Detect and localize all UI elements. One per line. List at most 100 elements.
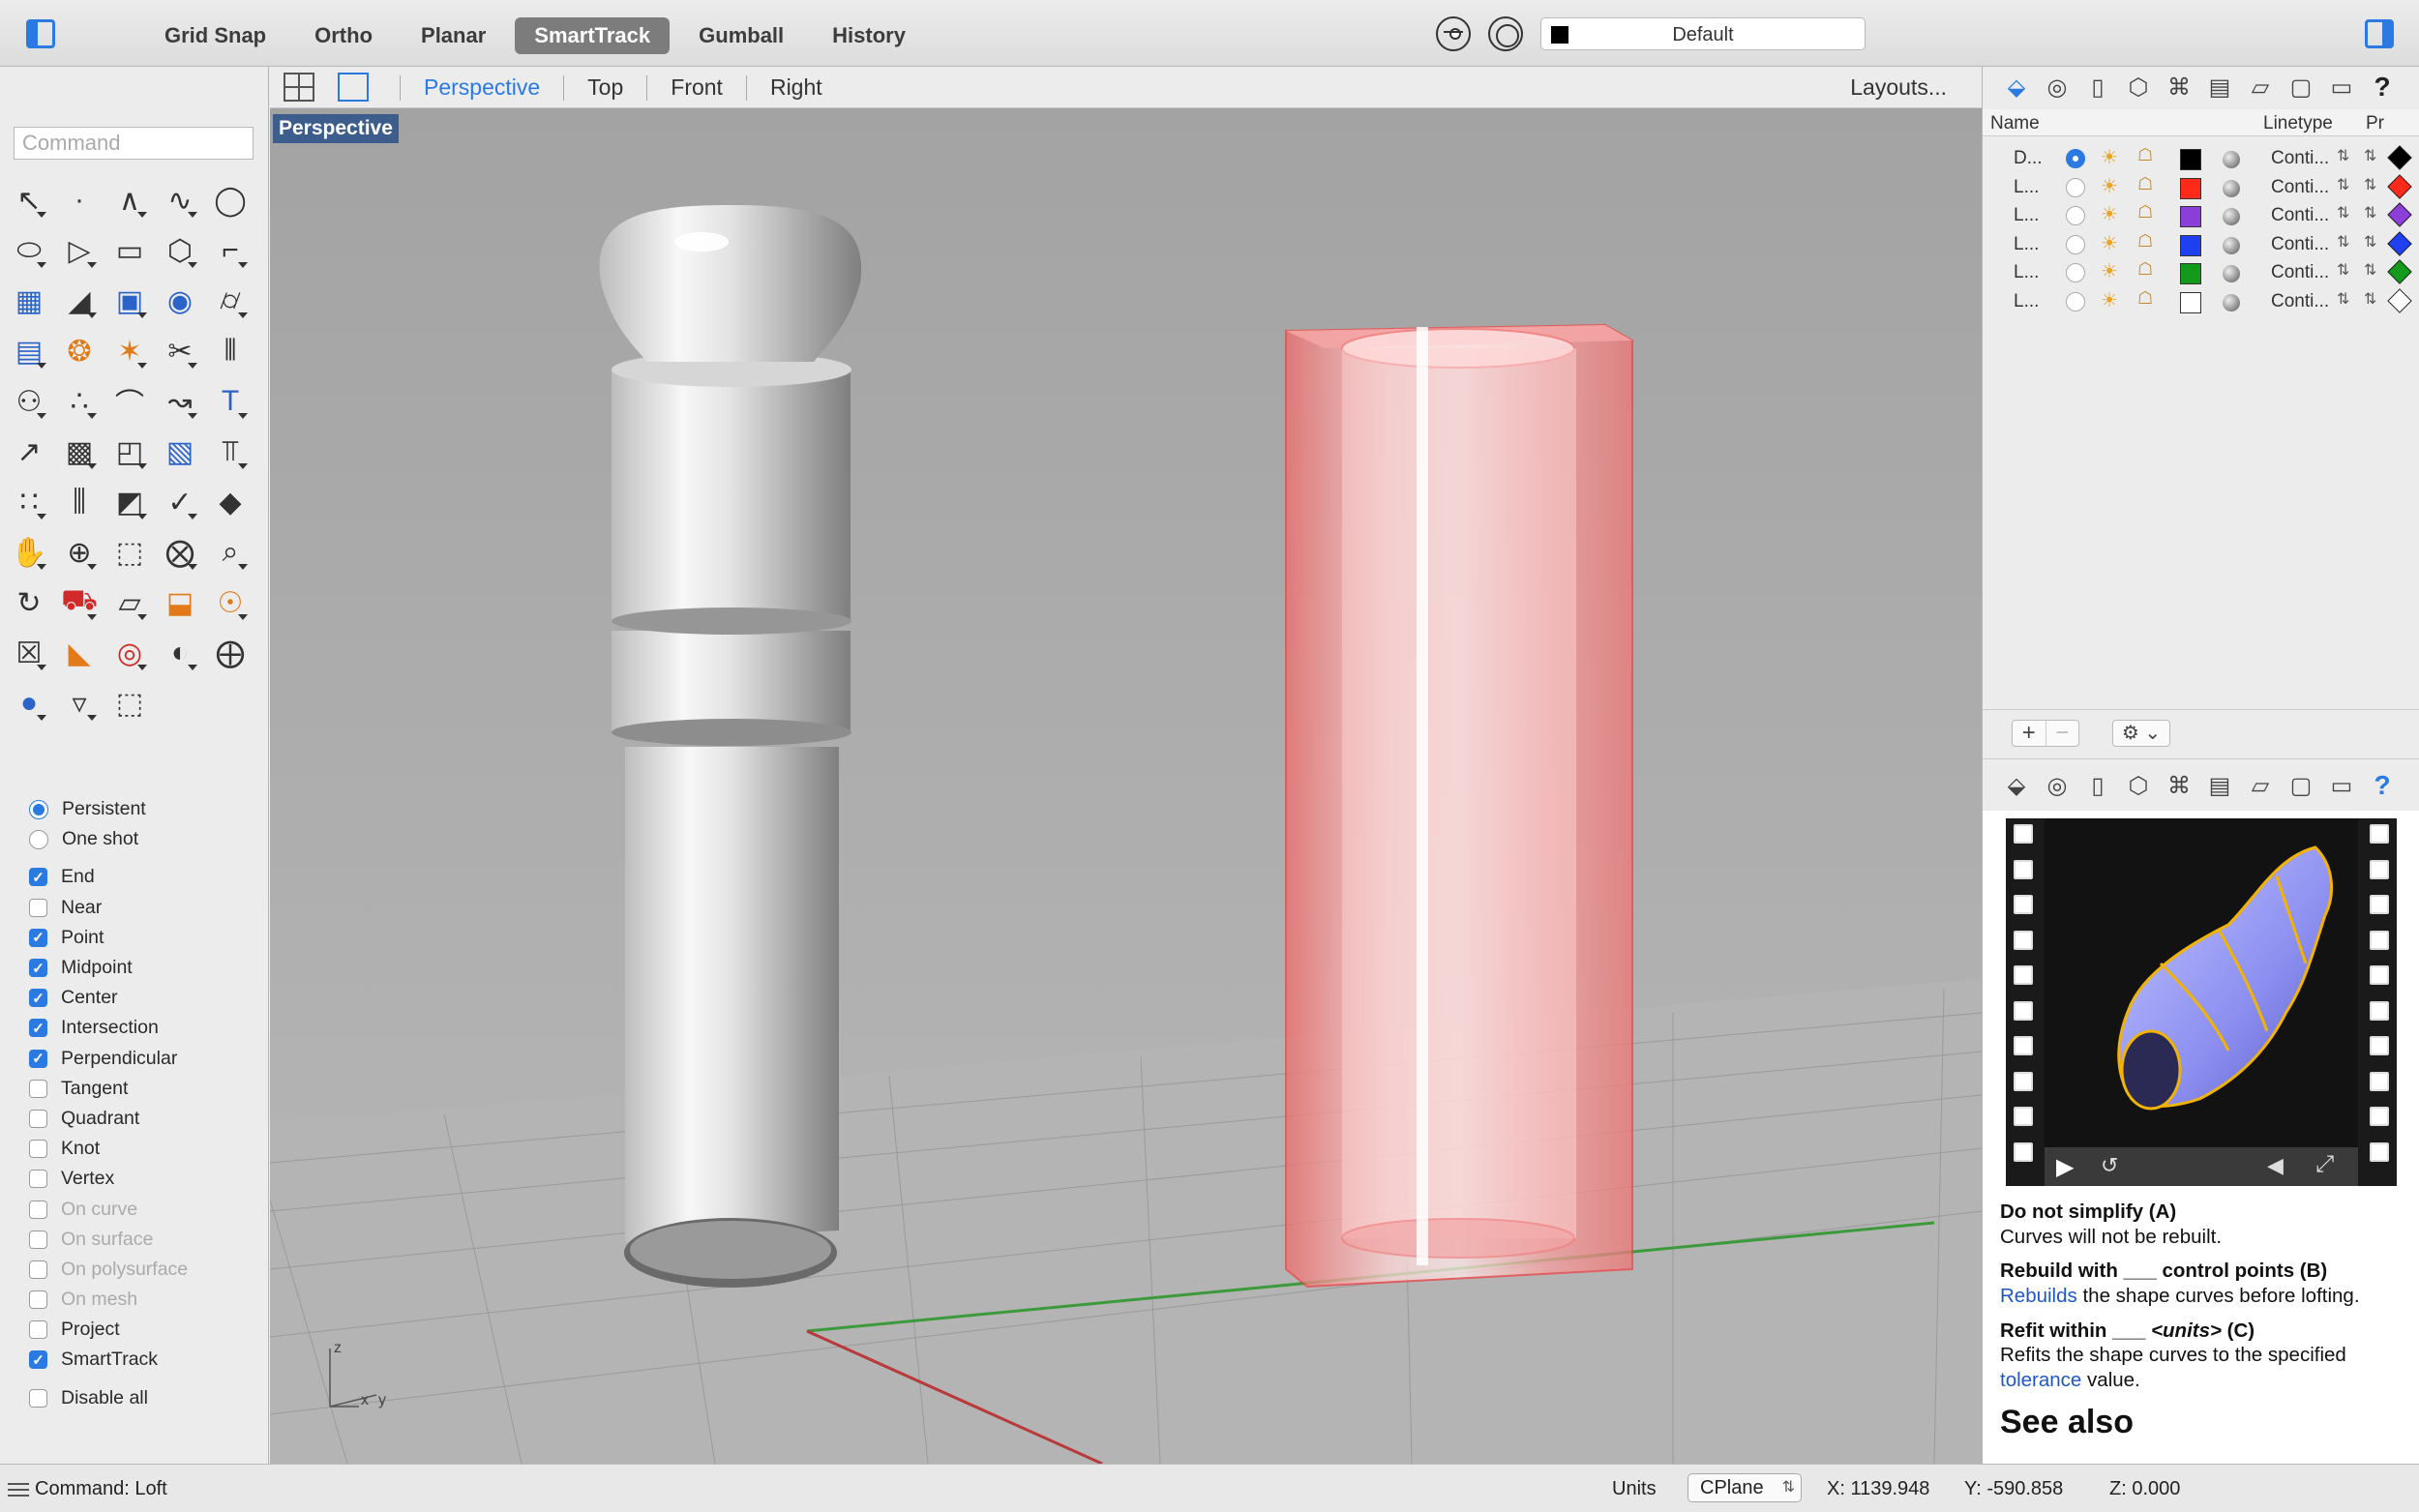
print-stepper-icon[interactable]: ⇅ bbox=[2364, 175, 2376, 194]
osnap-icon[interactable] bbox=[1436, 16, 1471, 51]
material-icon[interactable] bbox=[2223, 236, 2240, 254]
cone-light-icon[interactable]: ▿ bbox=[54, 678, 105, 728]
lock-icon[interactable]: ☖ bbox=[2137, 231, 2153, 252]
osnap-end[interactable]: End bbox=[29, 862, 188, 892]
column-print[interactable]: Pr bbox=[2366, 113, 2384, 134]
box-icon[interactable]: ▣ bbox=[105, 276, 155, 326]
osnap-mode-persistent[interactable]: Persistent bbox=[29, 794, 188, 824]
arc-icon[interactable]: ⌒ bbox=[105, 376, 155, 427]
checkbox[interactable] bbox=[29, 1049, 47, 1068]
polygon-icon[interactable]: ▷ bbox=[54, 225, 105, 276]
current-layer-radio[interactable] bbox=[2066, 177, 2085, 197]
car-icon[interactable]: ⛟ bbox=[54, 578, 105, 628]
remove-layer-button[interactable]: − bbox=[2045, 721, 2079, 746]
checkbox[interactable] bbox=[29, 1079, 47, 1098]
linetype-stepper-icon[interactable]: ⇅ bbox=[2337, 289, 2349, 309]
linetype-stepper-icon[interactable]: ⇅ bbox=[2337, 232, 2349, 252]
mesh-icon[interactable]: ▤ bbox=[4, 326, 54, 376]
layer-color-swatch[interactable] bbox=[2180, 177, 2201, 199]
linetype-value[interactable]: Conti... bbox=[2271, 291, 2329, 312]
visibility-bulb-icon[interactable]: ☀ bbox=[2101, 259, 2118, 283]
grid-icon[interactable]: ▤ bbox=[2203, 71, 2236, 104]
mode-ortho[interactable]: Ortho bbox=[295, 17, 392, 54]
align-icon[interactable]: ⫼ bbox=[54, 477, 105, 527]
current-layer-radio[interactable] bbox=[2066, 149, 2085, 168]
rotate-view-icon[interactable]: ↻ bbox=[4, 578, 54, 628]
linetype-value[interactable]: Conti... bbox=[2271, 148, 2329, 169]
linetype-value[interactable]: Conti... bbox=[2271, 262, 2329, 283]
camera-icon[interactable]: ⌘ bbox=[2163, 71, 2195, 104]
mode-planar[interactable]: Planar bbox=[402, 17, 505, 54]
checkbox[interactable] bbox=[29, 989, 47, 1008]
layer-color-swatch[interactable] bbox=[2180, 263, 2201, 285]
grid-icon[interactable]: ▤ bbox=[2203, 769, 2236, 802]
osnap-knot[interactable]: Knot bbox=[29, 1134, 188, 1164]
lock-icon[interactable]: ☖ bbox=[2137, 174, 2153, 194]
cylinder-icon[interactable]: ⌭ bbox=[205, 276, 255, 326]
osnap-tangent[interactable]: Tangent bbox=[29, 1074, 188, 1104]
checkbox[interactable] bbox=[29, 1170, 47, 1189]
gumball-icon[interactable]: ⬚ bbox=[105, 678, 155, 728]
zoom-icon[interactable]: ⊕ bbox=[54, 527, 105, 578]
fullscreen-icon[interactable]: ⤢ bbox=[2315, 1151, 2334, 1178]
mode-gumball[interactable]: Gumball bbox=[679, 17, 803, 54]
osnap-vertex[interactable]: Vertex bbox=[29, 1164, 188, 1194]
lock-icon[interactable]: ☖ bbox=[2137, 145, 2153, 165]
checkbox[interactable] bbox=[29, 898, 47, 917]
material-icon[interactable] bbox=[2223, 293, 2240, 311]
tab-right[interactable]: Right bbox=[770, 74, 822, 101]
object-icon[interactable]: ⬡ bbox=[2122, 769, 2155, 802]
checkbox[interactable] bbox=[29, 1140, 47, 1159]
osnap-quadrant[interactable]: Quadrant bbox=[29, 1104, 188, 1134]
print-stepper-icon[interactable]: ⇅ bbox=[2364, 232, 2376, 252]
layer-name[interactable]: L... bbox=[2014, 177, 2039, 198]
view-pan-icon[interactable]: ✋ bbox=[4, 527, 54, 578]
layer-name[interactable]: D... bbox=[2014, 148, 2043, 169]
circle-icon[interactable]: ◯ bbox=[205, 175, 255, 225]
lock-icon[interactable]: ☒ bbox=[4, 628, 54, 678]
linetype-value[interactable]: Conti... bbox=[2271, 177, 2329, 198]
lock-icon[interactable]: ☖ bbox=[2137, 202, 2153, 222]
cplane-dropdown[interactable]: CPlane bbox=[1687, 1473, 1802, 1502]
trim-icon[interactable]: ✂ bbox=[155, 326, 205, 376]
radio-button[interactable] bbox=[29, 829, 48, 849]
current-layer-radio[interactable] bbox=[2066, 291, 2085, 311]
osnap-center[interactable]: Center bbox=[29, 983, 188, 1013]
layer-name[interactable]: L... bbox=[2014, 234, 2039, 255]
current-layer-dropdown[interactable]: Default bbox=[1540, 17, 1866, 50]
layer-color-swatch[interactable] bbox=[2180, 206, 2201, 228]
osnap-perpendicular[interactable]: Perpendicular bbox=[29, 1044, 188, 1074]
surface-analysis-icon[interactable]: ◆ bbox=[205, 477, 255, 527]
explode-icon[interactable]: ✶ bbox=[105, 326, 155, 376]
split-icon[interactable]: ⫴ bbox=[205, 326, 255, 376]
display-icon[interactable]: ▱ bbox=[2244, 71, 2277, 104]
print-color-swatch[interactable] bbox=[2387, 231, 2412, 256]
mode-grid-snap[interactable]: Grid Snap bbox=[145, 17, 285, 54]
layer-color-swatch[interactable] bbox=[2180, 149, 2201, 170]
zoom-extents-icon[interactable]: ⨂ bbox=[155, 527, 205, 578]
material-icon[interactable] bbox=[2223, 179, 2240, 197]
rectangle-icon[interactable]: ▭ bbox=[105, 225, 155, 276]
dimension-icon[interactable]: ⫪ bbox=[205, 427, 255, 477]
checkbox[interactable] bbox=[29, 868, 47, 887]
record-history-icon[interactable] bbox=[1488, 16, 1523, 51]
visibility-bulb-icon[interactable]: ☀ bbox=[2101, 174, 2118, 198]
layer-name[interactable]: L... bbox=[2014, 291, 2039, 312]
left-sidebar-toggle-icon[interactable] bbox=[26, 19, 55, 48]
print-stepper-icon[interactable]: ⇅ bbox=[2364, 203, 2376, 222]
layer-row[interactable]: L... ☀ ☖ Conti... ⇅ ⇅ bbox=[1983, 287, 2419, 316]
layers-icon[interactable]: ⬙ bbox=[2000, 71, 2033, 104]
curve-icon[interactable]: ∿ bbox=[155, 175, 205, 225]
layer-name[interactable]: L... bbox=[2014, 262, 2039, 283]
print-stepper-icon[interactable]: ⇅ bbox=[2364, 289, 2376, 309]
linetype-value[interactable]: Conti... bbox=[2271, 205, 2329, 226]
right-sidebar-toggle-icon[interactable] bbox=[2365, 19, 2394, 48]
text-icon[interactable]: T bbox=[205, 376, 255, 427]
volume-icon[interactable]: ◀ bbox=[2267, 1153, 2284, 1178]
visibility-bulb-icon[interactable]: ☀ bbox=[2101, 202, 2118, 226]
viewports-icon[interactable]: ▢ bbox=[2285, 71, 2317, 104]
viewport-scene[interactable]: z x y bbox=[270, 108, 1982, 1464]
layer-row[interactable]: L... ☀ ☖ Conti... ⇅ ⇅ bbox=[1983, 201, 2419, 230]
visibility-bulb-icon[interactable]: ☀ bbox=[2101, 288, 2118, 312]
fillet-icon[interactable]: ⌐ bbox=[205, 225, 255, 276]
